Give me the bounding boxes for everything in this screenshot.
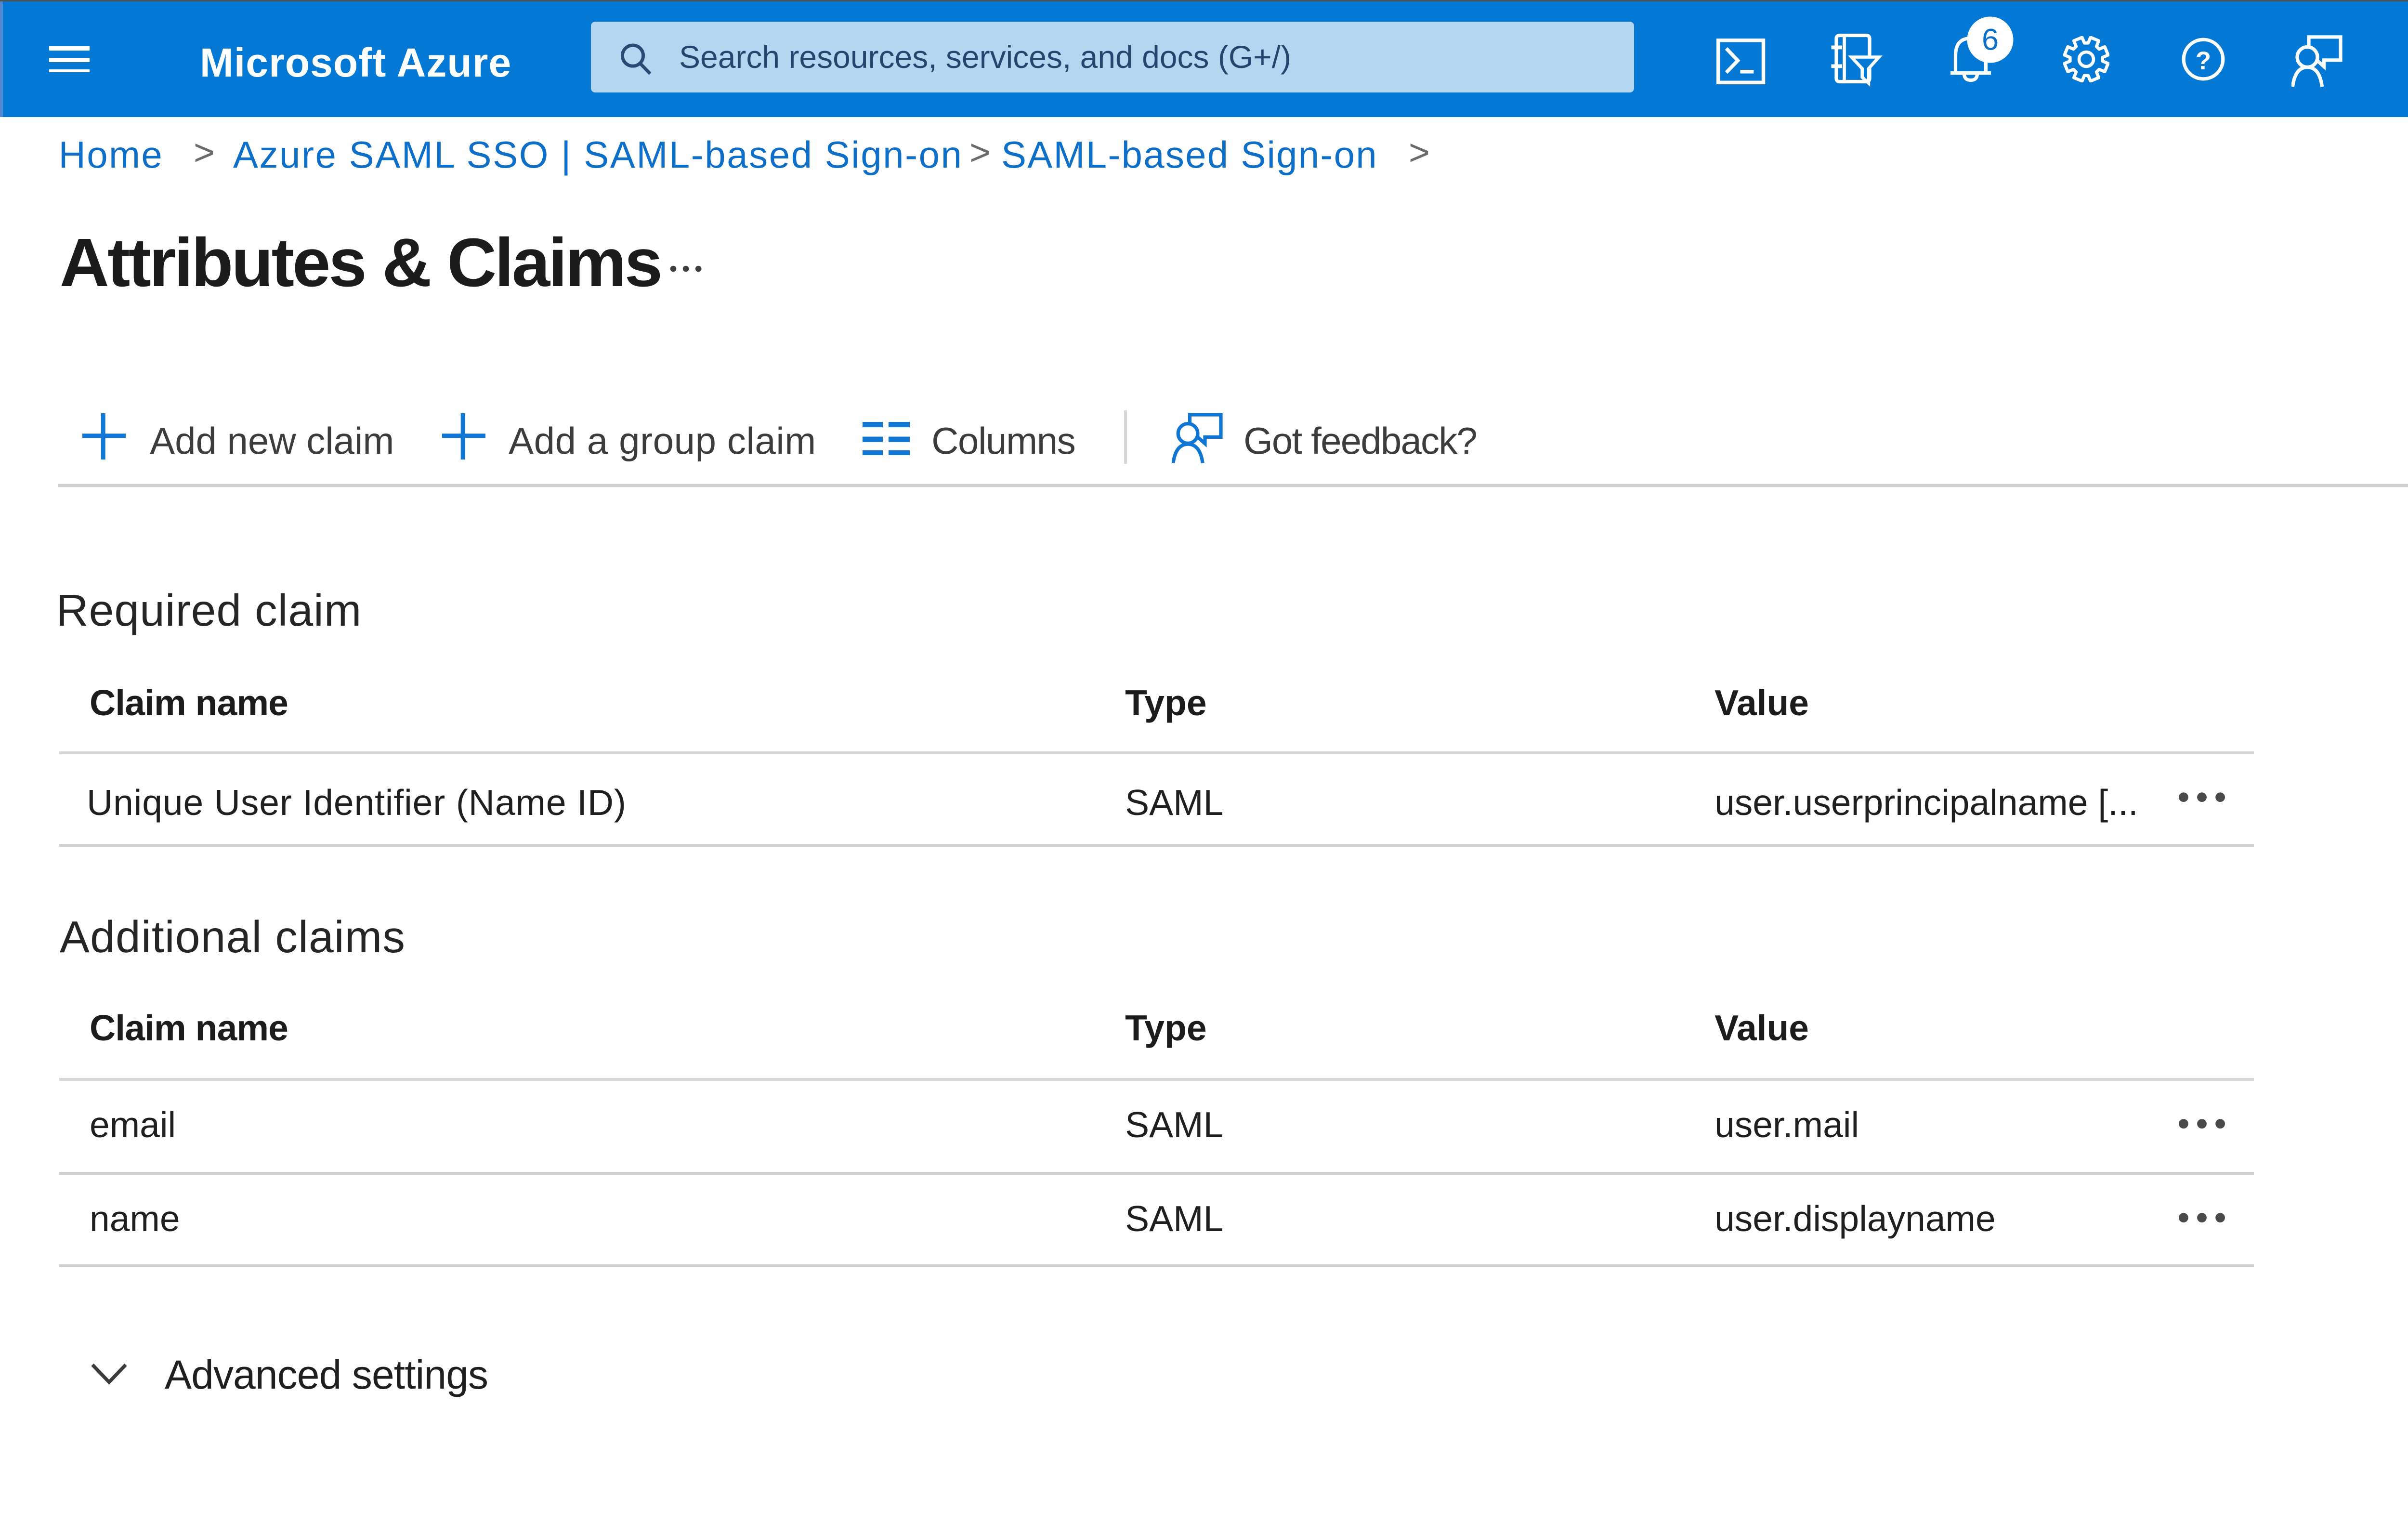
svg-text:?: ? [2195,46,2211,75]
svg-text:6: 6 [1982,23,1999,56]
